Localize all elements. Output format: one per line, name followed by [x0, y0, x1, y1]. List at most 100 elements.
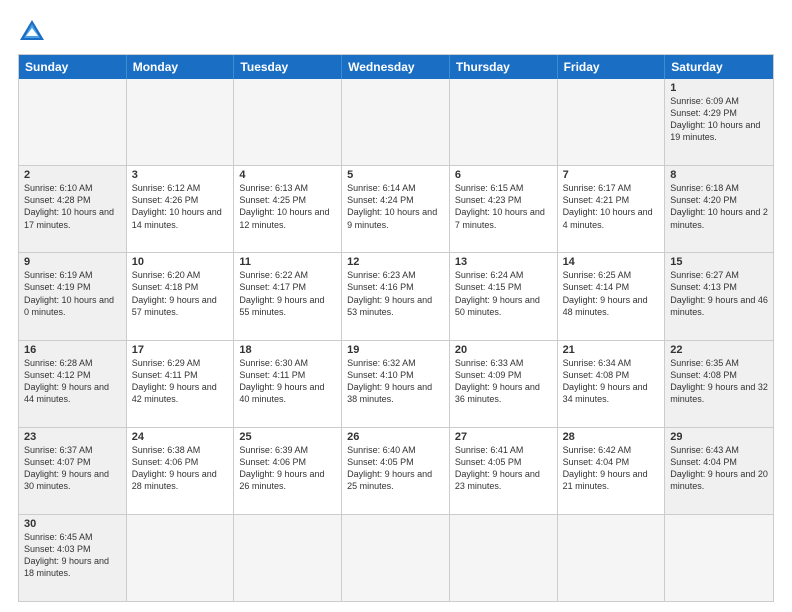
day-info: Sunrise: 6:15 AM Sunset: 4:23 PM Dayligh…: [455, 182, 552, 231]
calendar-cell: 6Sunrise: 6:15 AM Sunset: 4:23 PM Daylig…: [450, 166, 558, 252]
day-info: Sunrise: 6:35 AM Sunset: 4:08 PM Dayligh…: [670, 357, 768, 406]
calendar-cell: 20Sunrise: 6:33 AM Sunset: 4:09 PM Dayli…: [450, 341, 558, 427]
day-number: 21: [563, 344, 660, 356]
day-info: Sunrise: 6:10 AM Sunset: 4:28 PM Dayligh…: [24, 182, 121, 231]
calendar-cell: 15Sunrise: 6:27 AM Sunset: 4:13 PM Dayli…: [665, 253, 773, 339]
day-info: Sunrise: 6:23 AM Sunset: 4:16 PM Dayligh…: [347, 269, 444, 318]
logo: [18, 18, 50, 46]
day-number: 22: [670, 344, 768, 356]
calendar-row-2: 9Sunrise: 6:19 AM Sunset: 4:19 PM Daylig…: [19, 252, 773, 339]
calendar-cell: 9Sunrise: 6:19 AM Sunset: 4:19 PM Daylig…: [19, 253, 127, 339]
calendar-row-1: 2Sunrise: 6:10 AM Sunset: 4:28 PM Daylig…: [19, 165, 773, 252]
day-info: Sunrise: 6:34 AM Sunset: 4:08 PM Dayligh…: [563, 357, 660, 406]
calendar-cell: [234, 79, 342, 165]
day-number: 16: [24, 344, 121, 356]
day-number: 10: [132, 256, 229, 268]
calendar-cell: 28Sunrise: 6:42 AM Sunset: 4:04 PM Dayli…: [558, 428, 666, 514]
day-number: 17: [132, 344, 229, 356]
header-day-sunday: Sunday: [19, 55, 127, 79]
calendar-cell: [19, 79, 127, 165]
day-number: 14: [563, 256, 660, 268]
calendar-cell: [342, 79, 450, 165]
calendar-cell: 13Sunrise: 6:24 AM Sunset: 4:15 PM Dayli…: [450, 253, 558, 339]
calendar-cell: [450, 79, 558, 165]
calendar-header: SundayMondayTuesdayWednesdayThursdayFrid…: [19, 55, 773, 79]
calendar-cell: 12Sunrise: 6:23 AM Sunset: 4:16 PM Dayli…: [342, 253, 450, 339]
day-number: 2: [24, 169, 121, 181]
day-info: Sunrise: 6:45 AM Sunset: 4:03 PM Dayligh…: [24, 531, 121, 580]
day-number: 25: [239, 431, 336, 443]
day-info: Sunrise: 6:25 AM Sunset: 4:14 PM Dayligh…: [563, 269, 660, 318]
day-number: 18: [239, 344, 336, 356]
calendar-cell: 23Sunrise: 6:37 AM Sunset: 4:07 PM Dayli…: [19, 428, 127, 514]
calendar-cell: [558, 79, 666, 165]
day-number: 6: [455, 169, 552, 181]
day-info: Sunrise: 6:43 AM Sunset: 4:04 PM Dayligh…: [670, 444, 768, 493]
header-day-thursday: Thursday: [450, 55, 558, 79]
day-number: 12: [347, 256, 444, 268]
day-info: Sunrise: 6:17 AM Sunset: 4:21 PM Dayligh…: [563, 182, 660, 231]
day-number: 5: [347, 169, 444, 181]
day-number: 27: [455, 431, 552, 443]
day-info: Sunrise: 6:29 AM Sunset: 4:11 PM Dayligh…: [132, 357, 229, 406]
calendar-cell: 21Sunrise: 6:34 AM Sunset: 4:08 PM Dayli…: [558, 341, 666, 427]
calendar-cell: 8Sunrise: 6:18 AM Sunset: 4:20 PM Daylig…: [665, 166, 773, 252]
calendar-cell: 16Sunrise: 6:28 AM Sunset: 4:12 PM Dayli…: [19, 341, 127, 427]
logo-icon: [18, 18, 46, 46]
calendar-cell: [450, 515, 558, 601]
day-number: 20: [455, 344, 552, 356]
calendar-row-0: 1Sunrise: 6:09 AM Sunset: 4:29 PM Daylig…: [19, 79, 773, 165]
page: SundayMondayTuesdayWednesdayThursdayFrid…: [0, 0, 792, 612]
calendar-cell: 1Sunrise: 6:09 AM Sunset: 4:29 PM Daylig…: [665, 79, 773, 165]
calendar-cell: 4Sunrise: 6:13 AM Sunset: 4:25 PM Daylig…: [234, 166, 342, 252]
day-info: Sunrise: 6:38 AM Sunset: 4:06 PM Dayligh…: [132, 444, 229, 493]
day-info: Sunrise: 6:22 AM Sunset: 4:17 PM Dayligh…: [239, 269, 336, 318]
header: [18, 18, 774, 46]
calendar-cell: 30Sunrise: 6:45 AM Sunset: 4:03 PM Dayli…: [19, 515, 127, 601]
calendar-cell: [127, 79, 235, 165]
calendar-cell: 5Sunrise: 6:14 AM Sunset: 4:24 PM Daylig…: [342, 166, 450, 252]
calendar-cell: 14Sunrise: 6:25 AM Sunset: 4:14 PM Dayli…: [558, 253, 666, 339]
calendar-cell: [342, 515, 450, 601]
day-number: 30: [24, 518, 121, 530]
day-info: Sunrise: 6:32 AM Sunset: 4:10 PM Dayligh…: [347, 357, 444, 406]
calendar-cell: [234, 515, 342, 601]
day-info: Sunrise: 6:20 AM Sunset: 4:18 PM Dayligh…: [132, 269, 229, 318]
calendar-row-3: 16Sunrise: 6:28 AM Sunset: 4:12 PM Dayli…: [19, 340, 773, 427]
calendar-cell: 3Sunrise: 6:12 AM Sunset: 4:26 PM Daylig…: [127, 166, 235, 252]
day-info: Sunrise: 6:09 AM Sunset: 4:29 PM Dayligh…: [670, 95, 768, 144]
calendar-cell: [558, 515, 666, 601]
day-number: 7: [563, 169, 660, 181]
day-info: Sunrise: 6:40 AM Sunset: 4:05 PM Dayligh…: [347, 444, 444, 493]
day-number: 8: [670, 169, 768, 181]
day-number: 1: [670, 82, 768, 94]
day-info: Sunrise: 6:13 AM Sunset: 4:25 PM Dayligh…: [239, 182, 336, 231]
day-info: Sunrise: 6:42 AM Sunset: 4:04 PM Dayligh…: [563, 444, 660, 493]
calendar-cell: 2Sunrise: 6:10 AM Sunset: 4:28 PM Daylig…: [19, 166, 127, 252]
calendar-row-5: 30Sunrise: 6:45 AM Sunset: 4:03 PM Dayli…: [19, 514, 773, 601]
day-info: Sunrise: 6:12 AM Sunset: 4:26 PM Dayligh…: [132, 182, 229, 231]
header-day-monday: Monday: [127, 55, 235, 79]
day-number: 24: [132, 431, 229, 443]
calendar-cell: 25Sunrise: 6:39 AM Sunset: 4:06 PM Dayli…: [234, 428, 342, 514]
day-number: 3: [132, 169, 229, 181]
day-info: Sunrise: 6:24 AM Sunset: 4:15 PM Dayligh…: [455, 269, 552, 318]
calendar-cell: 27Sunrise: 6:41 AM Sunset: 4:05 PM Dayli…: [450, 428, 558, 514]
day-number: 23: [24, 431, 121, 443]
calendar-cell: 17Sunrise: 6:29 AM Sunset: 4:11 PM Dayli…: [127, 341, 235, 427]
calendar-cell: 11Sunrise: 6:22 AM Sunset: 4:17 PM Dayli…: [234, 253, 342, 339]
day-info: Sunrise: 6:28 AM Sunset: 4:12 PM Dayligh…: [24, 357, 121, 406]
day-info: Sunrise: 6:30 AM Sunset: 4:11 PM Dayligh…: [239, 357, 336, 406]
header-day-saturday: Saturday: [665, 55, 773, 79]
day-number: 11: [239, 256, 336, 268]
calendar-cell: [127, 515, 235, 601]
day-number: 13: [455, 256, 552, 268]
day-number: 15: [670, 256, 768, 268]
header-day-friday: Friday: [558, 55, 666, 79]
day-number: 9: [24, 256, 121, 268]
calendar-cell: 26Sunrise: 6:40 AM Sunset: 4:05 PM Dayli…: [342, 428, 450, 514]
day-info: Sunrise: 6:33 AM Sunset: 4:09 PM Dayligh…: [455, 357, 552, 406]
day-info: Sunrise: 6:27 AM Sunset: 4:13 PM Dayligh…: [670, 269, 768, 318]
calendar-cell: [665, 515, 773, 601]
calendar: SundayMondayTuesdayWednesdayThursdayFrid…: [18, 54, 774, 602]
